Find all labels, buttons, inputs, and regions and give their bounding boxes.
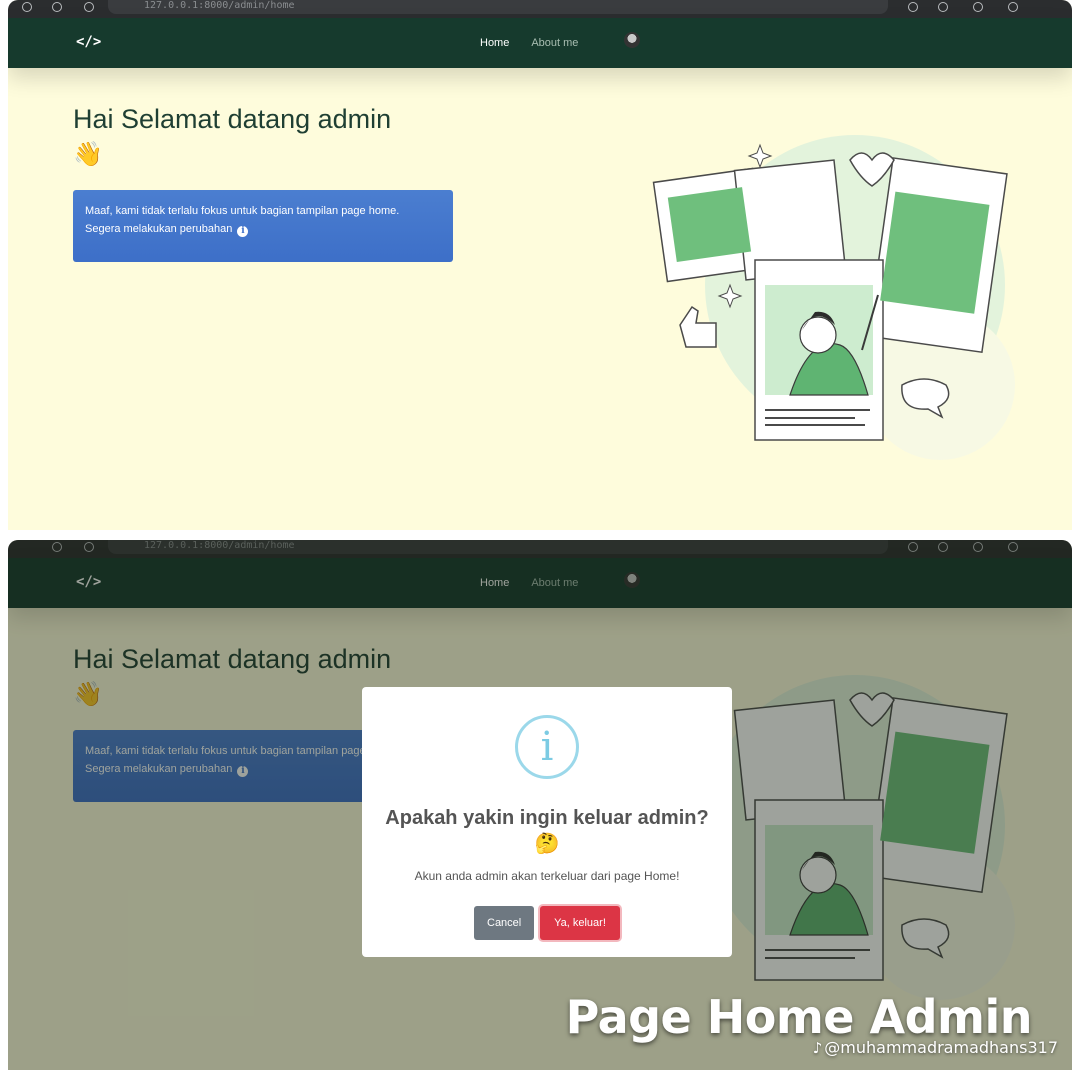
page-title: Hai Selamat datang admin 👋 bbox=[73, 102, 473, 172]
dialog-title-text: Apakah yakin ingin keluar admin? bbox=[385, 807, 709, 829]
nav-links: Home About me bbox=[480, 37, 578, 49]
profile-icon[interactable] bbox=[1008, 2, 1018, 12]
nav-home-link[interactable]: Home bbox=[480, 37, 509, 49]
extension-icon[interactable] bbox=[908, 2, 918, 12]
creator-handle: ♪ @muhammadramadhans317 bbox=[813, 1038, 1058, 1057]
address-bar-text: 127.0.0.1:8000/admin/home bbox=[144, 0, 295, 11]
social-media-illustration bbox=[652, 135, 1015, 460]
search-icon bbox=[84, 2, 94, 12]
alert-line-2: Segera melakukan perubahan bbox=[85, 223, 233, 235]
thinking-face-icon: 🤔 bbox=[534, 833, 560, 855]
logout-confirm-dialog: i Apakah yakin ingin keluar admin? 🤔 Aku… bbox=[362, 687, 732, 957]
nav-about-link[interactable]: About me bbox=[531, 37, 578, 49]
alert-line-1: Maaf, kami tidak terlalu fokus untuk bag… bbox=[85, 205, 400, 217]
brand-logo[interactable]: </> bbox=[76, 34, 101, 50]
creator-handle-text: @muhammadramadhans317 bbox=[824, 1038, 1058, 1057]
dialog-title: Apakah yakin ingin keluar admin? 🤔 bbox=[382, 805, 712, 857]
back-icon[interactable] bbox=[22, 2, 32, 12]
info-alert: Maaf, kami tidak terlalu fokus untuk bag… bbox=[73, 190, 453, 262]
reload-icon[interactable] bbox=[52, 2, 62, 12]
info-icon: i bbox=[237, 226, 249, 237]
screenshot-home: 127.0.0.1:8000/admin/home </> Home About… bbox=[8, 0, 1072, 530]
confirm-logout-button[interactable]: Ya, keluar! bbox=[540, 906, 620, 940]
alert-line-2-row: Segera melakukan perubahan i bbox=[85, 220, 441, 238]
cancel-button[interactable]: Cancel bbox=[474, 906, 534, 940]
dialog-actions: Cancel Ya, keluar! bbox=[362, 906, 732, 940]
caption-overlay: Page Home Admin bbox=[565, 990, 1033, 1044]
tab-icon[interactable] bbox=[938, 2, 948, 12]
user-avatar[interactable] bbox=[624, 32, 640, 48]
info-circle-icon: i bbox=[515, 715, 579, 779]
tiktok-icon: ♪ bbox=[812, 1039, 823, 1057]
address-bar[interactable]: 127.0.0.1:8000/admin/home bbox=[108, 0, 888, 14]
greeting-text: Hai Selamat datang admin bbox=[73, 104, 392, 134]
dialog-message: Akun anda admin akan terkeluar dari page… bbox=[414, 869, 680, 883]
navbar: </> Home About me bbox=[8, 18, 1072, 68]
wave-icon: 👋 bbox=[73, 141, 103, 168]
browser-toolbar: 127.0.0.1:8000/admin/home bbox=[8, 0, 1072, 18]
bookmark-icon[interactable] bbox=[973, 2, 983, 12]
